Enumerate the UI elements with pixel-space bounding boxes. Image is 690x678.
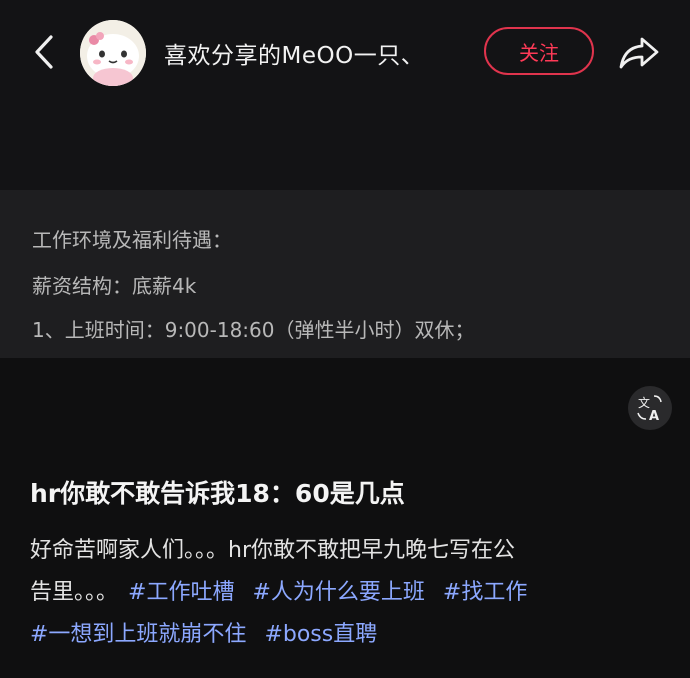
- hashtag-link[interactable]: #工作吐槽: [128, 580, 234, 605]
- hashtag-link[interactable]: #找工作: [443, 580, 527, 605]
- svg-text:A: A: [649, 409, 659, 423]
- hashtag-link[interactable]: #一想到上班就崩不住: [30, 622, 246, 647]
- cat-avatar-icon: [80, 20, 146, 86]
- follow-button[interactable]: 关注: [484, 27, 594, 75]
- back-button[interactable]: [24, 30, 64, 74]
- avatar[interactable]: [80, 20, 146, 86]
- share-arrow-icon: [619, 37, 659, 69]
- post-title: hr你敢不敢告诉我18：60是几点: [30, 479, 405, 508]
- translate-icon: 文 A: [637, 395, 662, 423]
- image-text-line: 1、上班时间：9:00-18:60（弹性半小时）双休；: [32, 318, 475, 342]
- post-image[interactable]: 工作环境及福利待遇： 薪资结构：底薪4k 1、上班时间：9:00-18:60（弹…: [0, 190, 690, 358]
- username[interactable]: 喜欢分享的MeOO一只、: [164, 36, 424, 70]
- translate-button[interactable]: 文 A: [628, 386, 672, 430]
- post-body-line: #一想到上班就崩不住 #boss直聘: [30, 614, 670, 656]
- top-navbar: 喜欢分享的MeOO一只、 关注: [0, 0, 690, 190]
- image-text-line: 工作环境及福利待遇：: [32, 228, 232, 252]
- image-text-line: 薪资结构：底薪4k: [32, 274, 197, 298]
- svg-text:文: 文: [638, 395, 650, 410]
- post-body-text: 告里。。。: [30, 580, 119, 605]
- hashtag-link[interactable]: #boss直聘: [264, 622, 377, 647]
- post-body: 好命苦啊家人们。。。hr你敢不敢把早九晚七写在公 告里。。。 #工作吐槽 #人为什么…: [30, 530, 670, 656]
- chevron-left-icon: [35, 35, 53, 69]
- post-body-line: 好命苦啊家人们。。。hr你敢不敢把早九晚七写在公: [30, 538, 515, 563]
- hashtag-link[interactable]: #人为什么要上班: [252, 580, 424, 605]
- share-button[interactable]: [614, 30, 664, 76]
- post-body-line: 告里。。。 #工作吐槽 #人为什么要上班 #找工作: [30, 572, 670, 614]
